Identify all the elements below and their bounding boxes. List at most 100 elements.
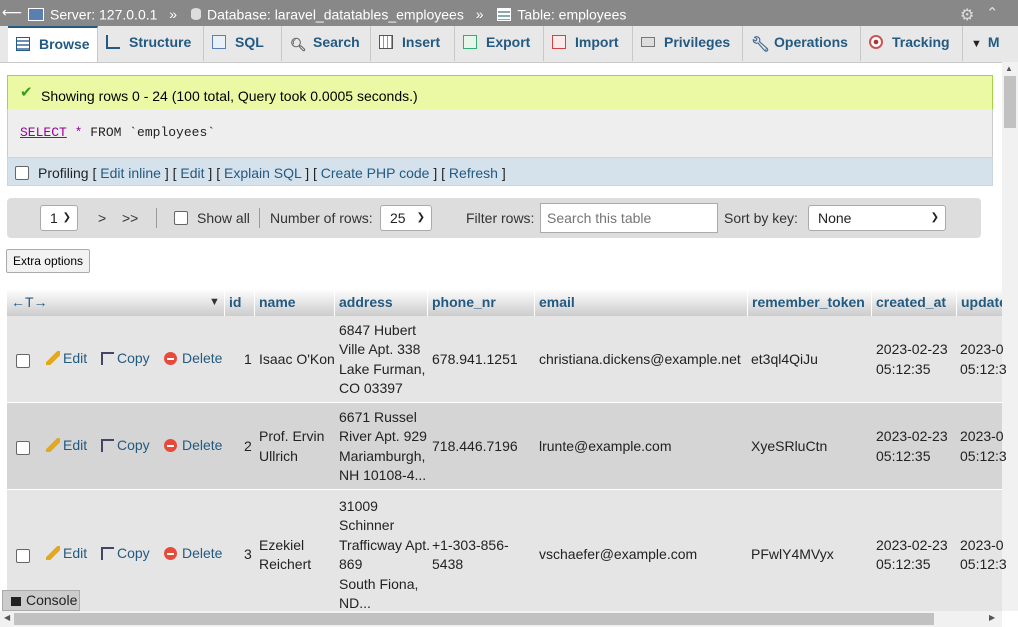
cell-remember-token[interactable]: et3ql4QiJu	[751, 350, 818, 370]
cell-email[interactable]: christiana.dickens@example.net	[539, 350, 741, 370]
column-header-created-at[interactable]: created_at	[872, 289, 957, 316]
cell-email[interactable]: lrunte@example.com	[539, 437, 672, 457]
column-header-email[interactable]: email	[535, 289, 748, 316]
cell-created-at[interactable]: 2023-02-23 05:12:35	[876, 427, 948, 466]
profiling-label: Profiling	[38, 165, 89, 181]
copy-button[interactable]: Copy	[101, 545, 150, 561]
scroll-up-icon[interactable]: ▲	[1005, 64, 1013, 73]
edit-button[interactable]: Edit	[46, 545, 87, 561]
cell-line: 05:12:35	[876, 360, 931, 377]
gear-icon[interactable]: ⚙	[960, 5, 974, 25]
sql-keyword[interactable]: SELECT	[20, 125, 67, 140]
filter-rows-input[interactable]: Search this table	[540, 203, 718, 233]
console-label: Console	[26, 592, 78, 608]
tab-label: SQL	[235, 34, 264, 50]
scroll-left-icon[interactable]: ◀	[4, 613, 10, 622]
delete-button[interactable]: Delete	[164, 350, 222, 366]
cell-line: 869	[339, 556, 363, 572]
sort-by-key-select[interactable]: None ❯	[808, 205, 946, 231]
create-php-code-link[interactable]: Create PHP code	[321, 165, 430, 181]
column-resize-arrows[interactable]: ←T→	[7, 289, 225, 316]
cell-address[interactable]: 31009 Schinner Trafficway Apt. 869 South Fio…	[339, 497, 430, 614]
tab-structure[interactable]: Structure	[98, 26, 204, 61]
cell-line: Mariamburgh,	[339, 447, 426, 464]
last-page-button[interactable]: >>	[122, 210, 138, 226]
profiling-checkbox[interactable]	[15, 166, 29, 180]
extra-options-button[interactable]: Extra options	[6, 249, 90, 273]
next-page-button[interactable]: >	[98, 210, 106, 226]
cell-updated-at[interactable]: 2023-0 05:12:3	[960, 536, 1007, 575]
cell-line: 05:12:3	[960, 447, 1007, 464]
row-checkbox[interactable]	[16, 549, 30, 563]
cell-phone[interactable]: +1-303-856- 5438	[432, 536, 509, 575]
cell-phone[interactable]: 678.941.1251	[432, 350, 518, 370]
horizontal-scroll-thumb[interactable]	[14, 613, 934, 625]
row-checkbox[interactable]	[16, 440, 30, 455]
breadcrumb-database[interactable]: Database: laravel_datatables_employees	[207, 6, 464, 22]
show-all-checkbox[interactable]	[174, 211, 188, 225]
tab-sql[interactable]: SQL	[204, 26, 282, 61]
tab-tracking[interactable]: Tracking	[861, 26, 963, 61]
cell-created-at[interactable]: 2023-02-23 05:12:35	[876, 536, 948, 575]
sql-icon	[212, 35, 226, 49]
edit-button[interactable]: Edit	[46, 437, 87, 453]
cell-address[interactable]: 6671 Russel River Apt. 929 Mariamburgh, NH …	[339, 408, 427, 486]
vertical-scrollbar[interactable]	[1002, 62, 1018, 611]
cell-name[interactable]: Prof. Ervin Ullrich	[259, 427, 324, 466]
sql-query-box[interactable]: SELECT * FROM `employees`	[7, 109, 993, 157]
vertical-scroll-thumb[interactable]	[1004, 76, 1016, 128]
column-header-updated-at[interactable]: update	[957, 289, 1002, 316]
tab-privileges[interactable]: Privileges	[633, 26, 743, 61]
tab-more[interactable]: ▼ M	[963, 26, 1002, 61]
collapse-icon[interactable]: ⌃	[986, 4, 999, 22]
delete-button[interactable]: Delete	[164, 437, 222, 453]
row-checkbox[interactable]	[16, 353, 30, 368]
cell-updated-at[interactable]: 2023-0 05:12:3	[960, 427, 1007, 466]
edit-inline-link[interactable]: Edit inline	[100, 165, 161, 181]
filter-label: Filter rows:	[466, 210, 535, 226]
delete-button[interactable]: Delete	[164, 545, 222, 561]
refresh-link[interactable]: Refresh	[449, 165, 498, 181]
cell-remember-token[interactable]: PFwlY4MVyx	[751, 545, 834, 565]
column-header-name[interactable]: name	[255, 289, 335, 316]
column-header-remember-token[interactable]: remember_token	[748, 289, 872, 316]
cell-email[interactable]: vschaefer@example.com	[539, 545, 697, 565]
rows-select[interactable]: 25 ❯	[380, 205, 432, 231]
column-header-address[interactable]: address	[335, 289, 428, 316]
profiling-links: Profiling [ Edit inline ] [ Edit ] [ Exp…	[38, 165, 506, 181]
breadcrumb-table[interactable]: Table: employees	[517, 6, 626, 22]
cell-remember-token[interactable]: XyeSRluCtn	[751, 437, 827, 457]
column-header-phone[interactable]: phone_nr	[428, 289, 535, 316]
sort-value: None	[818, 210, 852, 226]
column-header-id[interactable]: id	[225, 289, 255, 316]
cell-updated-at[interactable]: 2023-0 05:12:3	[960, 340, 1007, 379]
cell-name[interactable]: Isaac O'Kon	[259, 350, 335, 370]
tab-search[interactable]: 🔍︎ Search	[282, 26, 371, 61]
cell-phone[interactable]: 718.446.7196	[432, 437, 518, 457]
tab-operations[interactable]: 🔧︎ Operations	[743, 26, 861, 61]
tab-export[interactable]: Export	[455, 26, 544, 61]
breadcrumb-server[interactable]: Server: 127.0.0.1	[50, 6, 157, 22]
cell-name[interactable]: Ezekiel Reichert	[259, 536, 311, 575]
cell-created-at[interactable]: 2023-02-23 05:12:35	[876, 340, 948, 379]
tab-insert[interactable]: Insert	[371, 26, 455, 61]
console-toggle[interactable]: Console	[2, 590, 80, 611]
copy-button[interactable]: Copy	[101, 437, 150, 453]
tab-import[interactable]: Import	[544, 26, 633, 61]
sort-label: Sort by key:	[724, 210, 798, 226]
edit-link[interactable]: Edit	[180, 165, 204, 181]
page-select[interactable]: 1 ❯	[40, 205, 78, 231]
explain-sql-link[interactable]: Explain SQL	[224, 165, 301, 181]
sort-caret-icon[interactable]: ▼	[209, 289, 220, 316]
cell-line: 2023-0	[960, 428, 1004, 444]
scroll-right-icon[interactable]: ▶	[989, 613, 995, 622]
cell-line: Ullrich	[259, 447, 298, 464]
back-arrow-icon[interactable]: ⟵	[2, 4, 22, 22]
cell-line: NH 10108-4...	[339, 467, 427, 483]
edit-button[interactable]: Edit	[46, 350, 87, 366]
delete-icon	[164, 438, 177, 452]
cell-address[interactable]: 6847 Hubert Ville Apt. 338 Lake Furman, CO …	[339, 321, 425, 399]
tab-browse[interactable]: Browse	[8, 26, 98, 62]
copy-button[interactable]: Copy	[101, 350, 150, 366]
cell-line: Isaac O'Kon	[259, 350, 335, 367]
